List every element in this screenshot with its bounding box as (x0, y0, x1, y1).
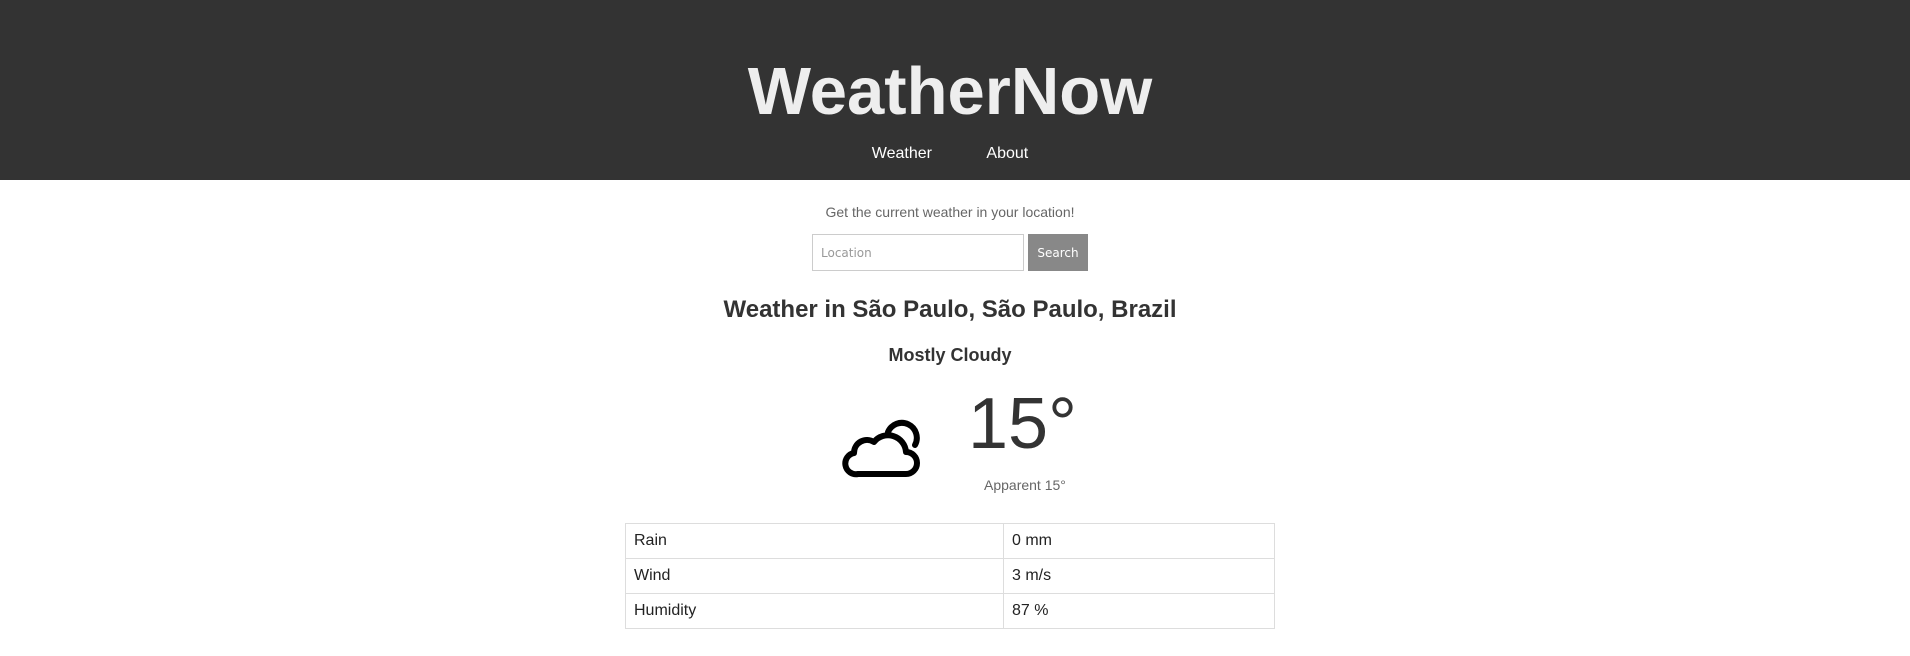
search-button[interactable]: Search (1028, 234, 1088, 271)
detail-value-rain: 0 mm (1003, 523, 1275, 559)
site-header: WeatherNow Weather About (0, 0, 1910, 180)
weather-details-table: Rain 0 mm Wind 3 m/s Humidity 87 % (625, 523, 1275, 629)
tagline: Get the current weather in your location… (825, 204, 1075, 220)
main-nav: Weather About (0, 144, 1900, 164)
location-search-input[interactable] (812, 234, 1024, 271)
cloud-icon (842, 419, 920, 478)
detail-label-humidity: Humidity (625, 593, 1004, 629)
search-form: Search (812, 234, 1088, 271)
temperature-value: 15° (968, 384, 1077, 464)
table-row: Humidity 87 % (625, 593, 1275, 629)
detail-value-humidity: 87 % (1003, 593, 1275, 629)
weather-condition: Mostly Cloudy (888, 345, 1012, 365)
site-title: WeatherNow (747, 54, 1153, 129)
detail-value-wind: 3 m/s (1003, 558, 1275, 594)
location-heading: Weather in São Paulo, São Paulo, Brazil (723, 296, 1177, 323)
table-row: Wind 3 m/s (625, 558, 1275, 594)
nav-link-weather[interactable]: Weather (872, 144, 932, 164)
detail-label-rain: Rain (625, 523, 1004, 559)
detail-label-wind: Wind (625, 558, 1004, 594)
apparent-temperature: Apparent 15° (984, 477, 1066, 493)
table-row: Rain 0 mm (625, 523, 1275, 559)
nav-link-about[interactable]: About (986, 144, 1028, 164)
